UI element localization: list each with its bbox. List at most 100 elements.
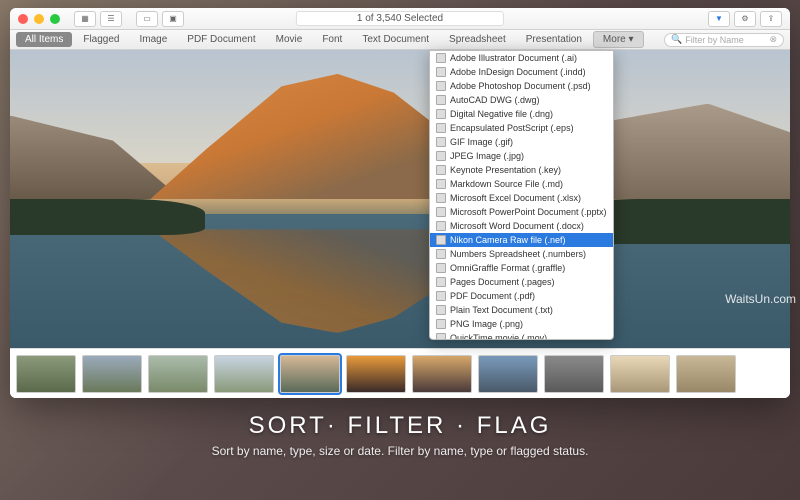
- dropdown-item[interactable]: Pages Document (.pages): [430, 275, 613, 289]
- minimize-button[interactable]: [34, 14, 44, 24]
- dropdown-item-label: Plain Text Document (.txt): [450, 305, 553, 315]
- filetype-dropdown[interactable]: Adobe Illustrator Document (.ai) Adobe In…: [429, 50, 614, 340]
- file-icon: [436, 333, 446, 340]
- dropdown-item-label: GIF Image (.gif): [450, 137, 513, 147]
- file-icon: [436, 263, 446, 273]
- search-placeholder: Filter by Name: [685, 35, 744, 45]
- traffic-lights: [10, 14, 60, 24]
- share-icon[interactable]: ⇪: [760, 11, 782, 27]
- app-window: ▦ ☰ ▭ ▣ 1 of 3,540 Selected ▼ ⚙ ⇪ All It…: [10, 8, 790, 398]
- view-mode-group: ▦ ☰: [74, 11, 122, 27]
- thumbnail-selected[interactable]: [280, 355, 340, 393]
- list-view-button[interactable]: ☰: [100, 11, 122, 27]
- filter-icon[interactable]: ▼: [708, 11, 730, 27]
- dropdown-item-label: PNG Image (.png): [450, 319, 523, 329]
- dropdown-item[interactable]: JPEG Image (.jpg): [430, 149, 613, 163]
- file-icon: [436, 123, 446, 133]
- dropdown-item-label: Digital Negative file (.dng): [450, 109, 553, 119]
- dropdown-item[interactable]: Plain Text Document (.txt): [430, 303, 613, 317]
- dropdown-item-label: Adobe Illustrator Document (.ai): [450, 53, 577, 63]
- file-icon: [436, 305, 446, 315]
- filter-chip-movie[interactable]: Movie: [267, 32, 312, 47]
- file-icon: [436, 81, 446, 91]
- grid-view-button[interactable]: ▦: [74, 11, 96, 27]
- file-icon: [436, 193, 446, 203]
- filter-chip-font[interactable]: Font: [313, 32, 351, 47]
- thumbnail[interactable]: [346, 355, 406, 393]
- titlebar: ▦ ☰ ▭ ▣ 1 of 3,540 Selected ▼ ⚙ ⇪: [10, 8, 790, 30]
- file-icon: [436, 165, 446, 175]
- dropdown-item[interactable]: GIF Image (.gif): [430, 135, 613, 149]
- toolbar-group-2: ▭ ▣: [136, 11, 184, 27]
- promo-text: SORT· FILTER · FLAG Sort by name, type, …: [212, 412, 589, 458]
- filter-chip-pdf[interactable]: PDF Document: [178, 32, 264, 47]
- zoom-button[interactable]: [50, 14, 60, 24]
- dropdown-item-label: Microsoft Word Document (.docx): [450, 221, 584, 231]
- dropdown-item-label: Pages Document (.pages): [450, 277, 555, 287]
- close-button[interactable]: [18, 14, 28, 24]
- dropdown-item-label: Encapsulated PostScript (.eps): [450, 123, 574, 133]
- file-icon: [436, 221, 446, 231]
- preview-image: [10, 50, 790, 348]
- filter-chip-presentation[interactable]: Presentation: [517, 32, 591, 47]
- watermark: WaitsUn.com: [721, 290, 800, 308]
- dropdown-item[interactable]: Markdown Source File (.md): [430, 177, 613, 191]
- thumbnail[interactable]: [214, 355, 274, 393]
- toolbar-button[interactable]: ▣: [162, 11, 184, 27]
- dropdown-item[interactable]: AutoCAD DWG (.dwg): [430, 93, 613, 107]
- clear-icon[interactable]: ⊗: [769, 34, 777, 45]
- filter-chip-text[interactable]: Text Document: [353, 32, 438, 47]
- dropdown-item-label: JPEG Image (.jpg): [450, 151, 524, 161]
- filter-chip-spreadsheet[interactable]: Spreadsheet: [440, 32, 515, 47]
- dropdown-item-label: OmniGraffle Format (.graffle): [450, 263, 565, 273]
- toolbar-button[interactable]: ▭: [136, 11, 158, 27]
- thumbnail-strip: [10, 348, 790, 398]
- file-icon: [436, 207, 446, 217]
- dropdown-item[interactable]: Adobe InDesign Document (.indd): [430, 65, 613, 79]
- thumbnail[interactable]: [412, 355, 472, 393]
- dropdown-item[interactable]: OmniGraffle Format (.graffle): [430, 261, 613, 275]
- dropdown-item-label: Numbers Spreadsheet (.numbers): [450, 249, 586, 259]
- file-icon: [436, 151, 446, 161]
- dropdown-item-label: Adobe InDesign Document (.indd): [450, 67, 586, 77]
- promo-heading: SORT· FILTER · FLAG: [212, 412, 589, 440]
- dropdown-item[interactable]: Microsoft Word Document (.docx): [430, 219, 613, 233]
- dropdown-item[interactable]: Adobe Illustrator Document (.ai): [430, 51, 613, 65]
- file-icon: [436, 67, 446, 77]
- dropdown-item-label: Nikon Camera Raw file (.nef): [450, 235, 566, 245]
- promo-sub: Sort by name, type, size or date. Filter…: [212, 444, 589, 458]
- dropdown-item-label: Markdown Source File (.md): [450, 179, 563, 189]
- window-title: 1 of 3,540 Selected: [296, 11, 504, 26]
- thumbnail[interactable]: [148, 355, 208, 393]
- dropdown-item[interactable]: Microsoft PowerPoint Document (.pptx): [430, 205, 613, 219]
- thumbnail[interactable]: [544, 355, 604, 393]
- dropdown-item[interactable]: Adobe Photoshop Document (.psd): [430, 79, 613, 93]
- file-icon: [436, 277, 446, 287]
- thumbnail[interactable]: [478, 355, 538, 393]
- file-icon: [436, 95, 446, 105]
- thumbnail[interactable]: [16, 355, 76, 393]
- file-icon: [436, 249, 446, 259]
- dropdown-item[interactable]: Keynote Presentation (.key): [430, 163, 613, 177]
- dropdown-item[interactable]: PDF Document (.pdf): [430, 289, 613, 303]
- file-icon: [436, 235, 446, 245]
- dropdown-item[interactable]: Numbers Spreadsheet (.numbers): [430, 247, 613, 261]
- thumbnail[interactable]: [610, 355, 670, 393]
- dropdown-item-label: PDF Document (.pdf): [450, 291, 535, 301]
- gear-icon[interactable]: ⚙: [734, 11, 756, 27]
- dropdown-item[interactable]: PNG Image (.png): [430, 317, 613, 331]
- filter-chip-flagged[interactable]: Flagged: [74, 32, 128, 47]
- thumbnail[interactable]: [676, 355, 736, 393]
- dropdown-item[interactable]: Digital Negative file (.dng): [430, 107, 613, 121]
- filter-chip-all[interactable]: All Items: [16, 32, 72, 47]
- dropdown-item[interactable]: QuickTime movie (.mov): [430, 331, 613, 340]
- main-viewer: Adobe Illustrator Document (.ai) Adobe In…: [10, 50, 790, 348]
- dropdown-item[interactable]: Microsoft Excel Document (.xlsx): [430, 191, 613, 205]
- thumbnail[interactable]: [82, 355, 142, 393]
- filter-chip-image[interactable]: Image: [130, 32, 176, 47]
- search-input[interactable]: 🔍 Filter by Name ⊗: [664, 33, 784, 47]
- filter-more-button[interactable]: More ▾: [593, 31, 644, 48]
- dropdown-item[interactable]: Nikon Camera Raw file (.nef): [430, 233, 613, 247]
- file-icon: [436, 53, 446, 63]
- dropdown-item[interactable]: Encapsulated PostScript (.eps): [430, 121, 613, 135]
